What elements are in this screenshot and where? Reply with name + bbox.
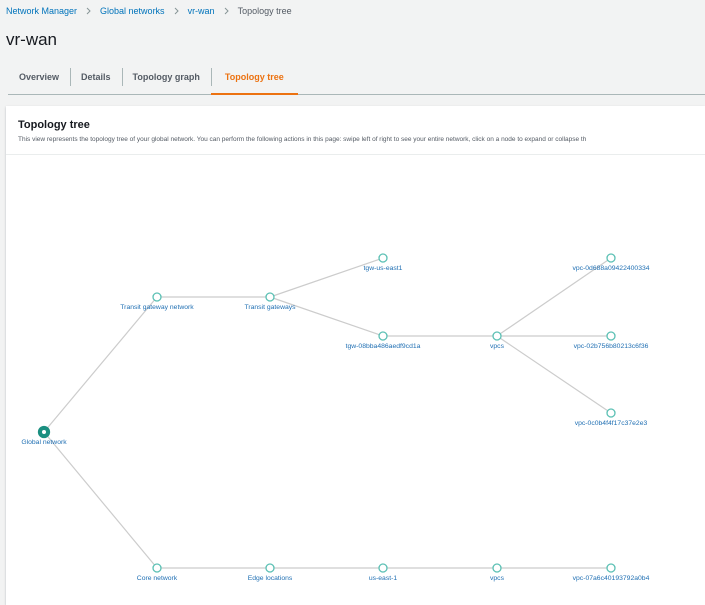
tree-node-vpc0c[interactable]: vpc-0c0b4f4f17c37e2e3 [575, 408, 648, 427]
tree-node-label[interactable]: tgw-us-east1 [364, 265, 403, 272]
tree-node-vpcs2[interactable]: vpcs [490, 563, 505, 582]
panel-header: Topology tree This view represents the t… [6, 106, 705, 155]
tree-node-circle[interactable] [265, 563, 275, 573]
tree-node-label[interactable]: Edge locations [248, 575, 293, 582]
tab-topology-graph[interactable]: Topology graph [121, 60, 211, 94]
breadcrumb-current: Topology tree [237, 6, 292, 16]
topology-tree-canvas[interactable]: Global network Transit gateway network Cor… [6, 155, 705, 605]
breadcrumb-network-manager[interactable]: Network Manager [6, 6, 77, 16]
tree-node-label[interactable]: tgw-08bba486aedf9cd1a [346, 343, 421, 350]
topology-tree-panel: Topology tree This view represents the t… [6, 106, 705, 605]
tree-node-global[interactable]: Global network [21, 425, 67, 447]
tree-node-circle[interactable] [152, 563, 162, 573]
chevron-right-icon [224, 7, 229, 15]
tree-node-label[interactable]: Global network [21, 439, 67, 446]
tree-node-label[interactable]: Transit gateway network [120, 304, 194, 311]
tree-node-label[interactable]: vpcs [490, 343, 505, 350]
tree-node-vpc0d[interactable]: vpc-0d688a09422400334 [572, 253, 650, 272]
chevron-right-icon [174, 7, 179, 15]
breadcrumb: Network Manager Global networks vr-wan T… [6, 4, 292, 18]
tree-node-vpc02[interactable]: vpc-02b756b80213c6f36 [574, 331, 649, 350]
tree-node-label[interactable]: vpcs [490, 575, 505, 582]
tree-node-label[interactable]: vpc-0d688a09422400334 [572, 265, 649, 272]
tree-node-label[interactable]: Transit gateways [244, 304, 296, 311]
tree-node-tgw08[interactable]: tgw-08bba486aedf9cd1a [346, 331, 421, 350]
tree-node-circle[interactable] [378, 253, 388, 263]
tree-node-label[interactable]: Core network [137, 575, 178, 582]
tree-node-label[interactable]: vpc-02b756b80213c6f36 [574, 343, 649, 350]
tree-node-vpc07[interactable]: vpc-07a6c40193792a0b4 [573, 563, 650, 582]
root-node-dot [42, 430, 46, 434]
tree-link-tgws-tgwuse1 [269, 257, 384, 298]
breadcrumb-vr-wan[interactable]: vr-wan [188, 6, 215, 16]
tab-details[interactable]: Details [70, 60, 122, 94]
tree-node-label[interactable]: us-east-1 [369, 575, 398, 582]
tree-link-global-core [43, 431, 158, 569]
topology-tree: Global network Transit gateway network Cor… [21, 253, 650, 582]
tree-node-circle[interactable] [606, 253, 616, 263]
tree-node-label[interactable]: vpc-0c0b4f4f17c37e2e3 [575, 420, 648, 427]
tree-link-global-tgwnet [43, 296, 158, 433]
tab-overview[interactable]: Overview [8, 60, 70, 94]
tab-bar: Overview Details Topology graph Topology… [8, 60, 705, 95]
breadcrumb-global-networks[interactable]: Global networks [100, 6, 165, 16]
tree-node-label[interactable]: vpc-07a6c40193792a0b4 [573, 575, 650, 582]
chevron-right-icon [86, 7, 91, 15]
tree-node-circle[interactable] [492, 331, 502, 341]
tree-node-vpcs1[interactable]: vpcs [490, 331, 505, 350]
tree-node-useast1[interactable]: us-east-1 [369, 563, 398, 582]
panel-description: This view represents the topology tree o… [18, 136, 587, 143]
tree-node-circle[interactable] [378, 331, 388, 341]
tree-node-circle[interactable] [492, 563, 502, 573]
page-title: vr-wan [6, 30, 58, 49]
tree-node-circle[interactable] [152, 292, 162, 302]
panel-title: Topology tree [18, 119, 90, 131]
tree-node-circle[interactable] [606, 408, 616, 418]
tree-node-circle[interactable] [378, 563, 388, 573]
tree-node-circle[interactable] [606, 331, 616, 341]
tab-topology-tree[interactable]: Topology tree [210, 60, 298, 95]
tree-link-tgws-tgw08 [269, 296, 384, 337]
tree-node-tgws[interactable]: Transit gateways [244, 292, 296, 311]
tree-node-tgwnet[interactable]: Transit gateway network [120, 292, 194, 311]
tree-node-circle[interactable] [265, 292, 275, 302]
tree-node-circle[interactable] [606, 563, 616, 573]
tree-node-edge[interactable]: Edge locations [248, 563, 293, 582]
tree-node-core[interactable]: Core network [137, 563, 178, 582]
